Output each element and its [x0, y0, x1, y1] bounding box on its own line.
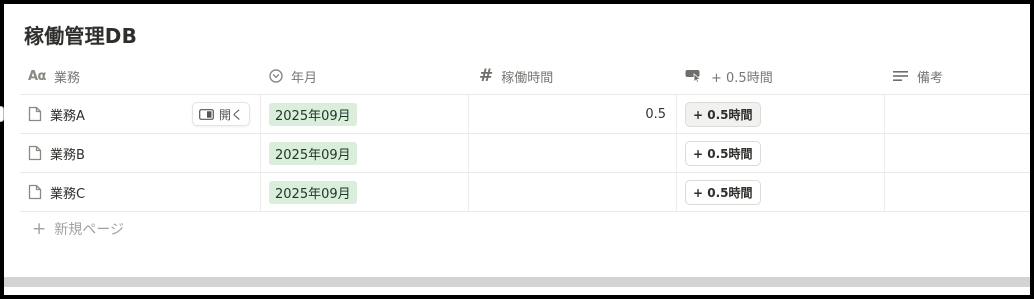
page-title[interactable]: 稼働管理DB — [24, 20, 137, 49]
column-header-notes[interactable]: 備考 — [885, 58, 1030, 94]
new-page-label: 新規ページ — [54, 222, 124, 238]
hours-cell[interactable] — [469, 173, 677, 211]
hours-cell[interactable]: 0.5 — [469, 95, 677, 133]
column-header-label: + 0.5時間 — [711, 70, 773, 86]
plus-icon: + — [32, 219, 47, 239]
select-circle-icon — [269, 69, 283, 83]
row-drag-handle[interactable] — [0, 106, 4, 122]
page-icon — [28, 184, 42, 200]
notes-cell[interactable] — [885, 134, 1030, 172]
column-header-task[interactable]: Aα 業務 — [20, 58, 261, 94]
database-view: 稼働管理DB Aα 業務 年月 # 稼働時間 + 0.5時間 備考 業務A 開く… — [4, 4, 1030, 295]
table-row[interactable]: 業務A 開く 2025年09月 0.5 + 0.5時間 — [20, 95, 1030, 134]
task-cell[interactable]: 業務B — [20, 134, 261, 172]
text-lines-icon — [893, 70, 909, 82]
open-button-label: 開く — [219, 107, 244, 122]
table-header: Aα 業務 年月 # 稼働時間 + 0.5時間 備考 — [20, 58, 1030, 95]
month-cell[interactable]: 2025年09月 — [261, 95, 469, 133]
month-tag: 2025年09月 — [269, 180, 357, 204]
add-half-hour-button[interactable]: + 0.5時間 — [685, 179, 761, 205]
task-cell[interactable]: 業務C — [20, 173, 261, 211]
button-click-icon — [685, 69, 703, 83]
notes-cell[interactable] — [885, 95, 1030, 133]
page-icon — [28, 106, 42, 122]
column-header-label: 稼働時間 — [501, 70, 554, 86]
task-name[interactable]: 業務B — [50, 144, 85, 163]
task-name[interactable]: 業務A — [50, 105, 85, 124]
task-name[interactable]: 業務C — [50, 183, 85, 202]
column-header-label: 備考 — [917, 70, 944, 86]
task-cell[interactable]: 業務A 開く — [20, 95, 261, 133]
new-page-button[interactable]: + 新規ページ — [32, 219, 124, 239]
table-row[interactable]: 業務B 2025年09月 + 0.5時間 — [20, 134, 1030, 173]
open-page-button[interactable]: 開く — [192, 102, 251, 126]
database-table: Aα 業務 年月 # 稼働時間 + 0.5時間 備考 業務A 開く 2025年0… — [20, 58, 1030, 212]
number-hash-icon: # — [479, 66, 494, 86]
add-half-hour-button[interactable]: + 0.5時間 — [685, 101, 761, 127]
add-half-hour-button[interactable]: + 0.5時間 — [685, 140, 761, 166]
column-header-label: 業務 — [54, 70, 81, 86]
button-cell: + 0.5時間 — [677, 95, 885, 133]
horizontal-scrollbar[interactable] — [4, 277, 1030, 287]
hours-cell[interactable] — [469, 134, 677, 172]
table-row[interactable]: 業務C 2025年09月 + 0.5時間 — [20, 173, 1030, 212]
month-tag: 2025年09月 — [269, 102, 357, 126]
button-cell: + 0.5時間 — [677, 134, 885, 172]
side-peek-icon — [199, 108, 214, 120]
month-cell[interactable]: 2025年09月 — [261, 134, 469, 172]
column-header-label: 年月 — [291, 70, 318, 86]
month-tag: 2025年09月 — [269, 141, 357, 165]
month-cell[interactable]: 2025年09月 — [261, 173, 469, 211]
button-cell: + 0.5時間 — [677, 173, 885, 211]
notes-cell[interactable] — [885, 173, 1030, 211]
page-icon — [28, 145, 42, 161]
column-header-hours[interactable]: # 稼働時間 — [469, 58, 677, 94]
title-aa-icon: Aα — [28, 68, 47, 84]
hours-value: 0.5 — [645, 106, 666, 122]
column-header-month[interactable]: 年月 — [261, 58, 469, 94]
column-header-add-half-hour[interactable]: + 0.5時間 — [677, 58, 885, 94]
